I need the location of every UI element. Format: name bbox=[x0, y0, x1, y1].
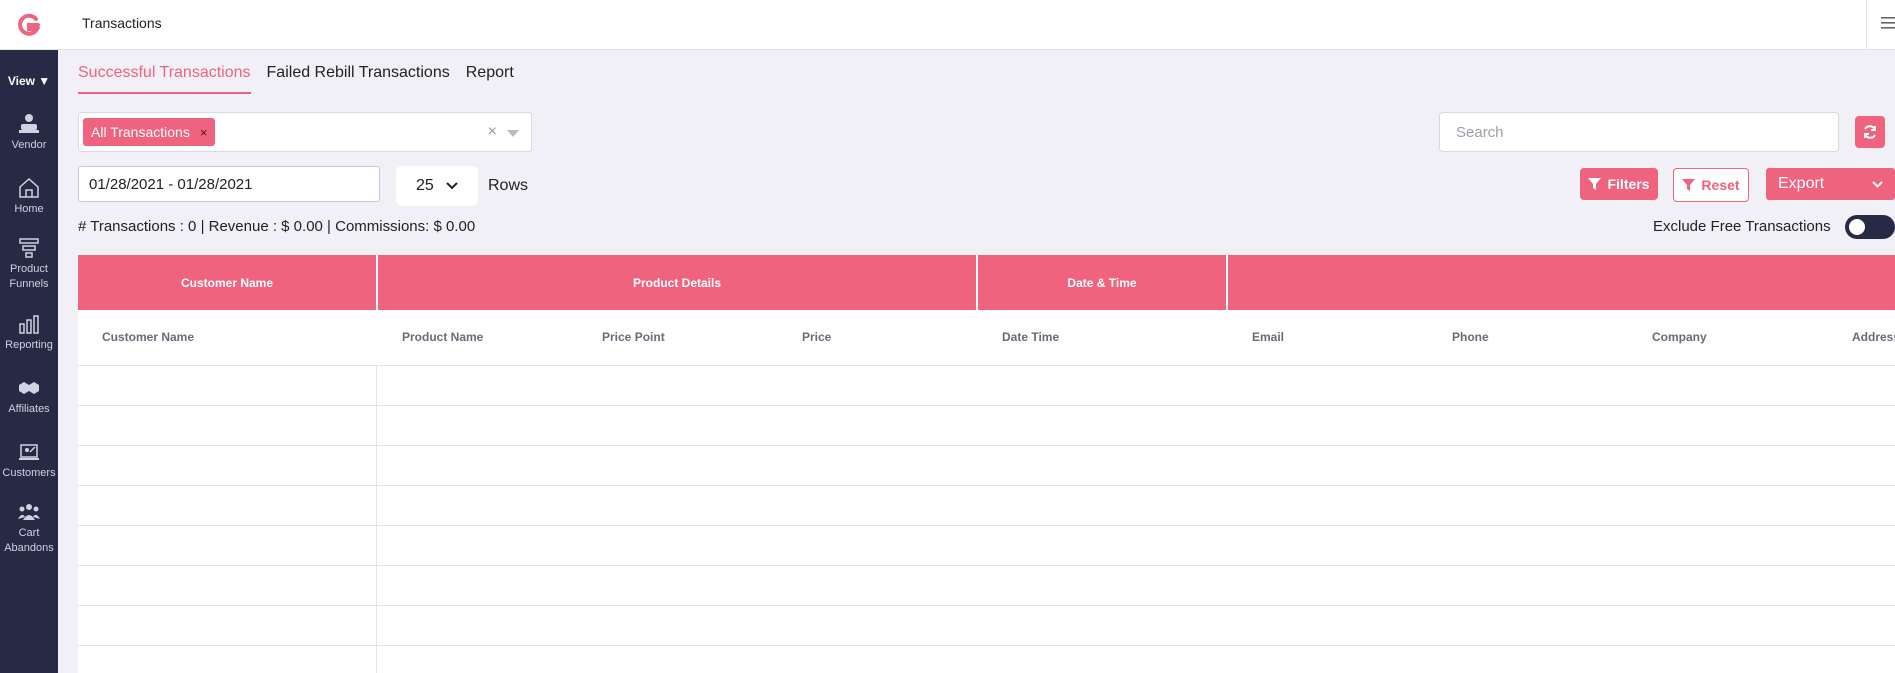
tab-report[interactable]: Report bbox=[466, 64, 514, 94]
app-logo[interactable] bbox=[0, 0, 58, 50]
sidebar-item-affiliates[interactable]: Affiliates bbox=[0, 364, 58, 428]
sidebar-item-cart-abandons[interactable]: Cart Abandons bbox=[0, 492, 58, 564]
table-row bbox=[78, 566, 1895, 606]
export-button-label: Export bbox=[1778, 175, 1825, 192]
bar-chart-icon bbox=[19, 314, 39, 334]
sidebar-item-label: Home bbox=[14, 202, 44, 215]
exclude-free-toggle[interactable] bbox=[1845, 215, 1895, 239]
sidebar-item-label: Cart Abandons bbox=[4, 527, 54, 554]
toggle-knob bbox=[1849, 219, 1865, 235]
group-header-datetime: Date & Time bbox=[978, 255, 1228, 310]
filter-chip: All Transactions × bbox=[83, 118, 216, 146]
filters-button-label: Filters bbox=[1607, 176, 1650, 192]
filter-icon bbox=[1588, 177, 1602, 190]
chevron-down-icon bbox=[1872, 180, 1883, 188]
reset-button[interactable]: Reset bbox=[1673, 168, 1749, 202]
funnel-icon bbox=[19, 238, 39, 258]
refresh-icon bbox=[1864, 125, 1876, 139]
page-title: Transactions bbox=[82, 15, 162, 31]
transactions-summary: # Transactions : 0 | Revenue : $ 0.00 | … bbox=[78, 218, 476, 235]
table-row bbox=[78, 446, 1895, 486]
sidebar-item-label: Vendor bbox=[11, 138, 47, 151]
clear-icon[interactable]: × bbox=[488, 123, 497, 141]
chevron-down-icon bbox=[446, 182, 458, 190]
topbar: Transactions bbox=[58, 0, 1895, 50]
group-header-contact bbox=[1228, 255, 1895, 310]
filter-chip-label: All Transactions bbox=[91, 124, 190, 140]
column-header-address[interactable]: Address bbox=[1852, 330, 1895, 344]
column-header-phone[interactable]: Phone bbox=[1452, 330, 1489, 344]
tab-successful-transactions[interactable]: Successful Transactions bbox=[78, 64, 251, 94]
date-range-input[interactable]: 01/28/2021 - 01/28/2021 bbox=[78, 166, 380, 202]
group-header-customer: Customer Name bbox=[78, 255, 378, 310]
column-header-customer-name[interactable]: Customer Name bbox=[102, 330, 194, 344]
transaction-type-select[interactable]: All Transactions × × bbox=[78, 112, 532, 152]
filter-reset-icon bbox=[1682, 178, 1696, 191]
home-icon bbox=[19, 177, 39, 198]
sidebar-item-label: Customers bbox=[2, 466, 56, 479]
refresh-button[interactable] bbox=[1855, 116, 1885, 148]
logo-icon bbox=[18, 13, 41, 36]
column-header-price-point[interactable]: Price Point bbox=[602, 330, 665, 344]
vendor-icon bbox=[19, 113, 39, 133]
table-row bbox=[78, 606, 1895, 646]
table-row bbox=[78, 646, 1895, 673]
table-group-header: Customer Name Product Details Date & Tim… bbox=[78, 255, 1895, 310]
group-header-product: Product Details bbox=[378, 255, 978, 310]
table-row bbox=[78, 406, 1895, 446]
sidebar-item-label: Reporting bbox=[5, 338, 53, 351]
column-header-product-name[interactable]: Product Name bbox=[402, 330, 483, 344]
users-icon bbox=[18, 504, 40, 520]
rows-label: Rows bbox=[488, 177, 529, 194]
sidebar-item-reporting[interactable]: Reporting bbox=[0, 300, 58, 364]
export-dropdown[interactable]: Export bbox=[1766, 168, 1895, 200]
handshake-icon bbox=[19, 381, 39, 394]
customers-icon bbox=[19, 443, 39, 460]
tab-bar: Successful Transactions Failed Rebill Tr… bbox=[78, 64, 514, 94]
sidebar-item-product-funnels[interactable]: Product Funnels bbox=[0, 228, 58, 300]
column-divider bbox=[376, 366, 377, 673]
column-header-date-time[interactable]: Date Time bbox=[1002, 330, 1059, 344]
view-dropdown[interactable]: View ▼ bbox=[0, 62, 58, 100]
chevron-down-icon[interactable] bbox=[507, 130, 519, 137]
sidebar-item-vendor[interactable]: Vendor bbox=[0, 100, 58, 164]
sidebar-item-label: Product Funnels bbox=[9, 263, 49, 290]
search-input[interactable] bbox=[1439, 112, 1839, 152]
chip-remove-icon[interactable]: × bbox=[200, 125, 208, 140]
sidebar-item-label: Affiliates bbox=[8, 402, 50, 415]
main-content: Successful Transactions Failed Rebill Tr… bbox=[58, 50, 1895, 673]
reset-button-label: Reset bbox=[1701, 177, 1740, 193]
rows-per-page-select[interactable]: 25 bbox=[396, 166, 478, 206]
filters-button[interactable]: Filters bbox=[1580, 168, 1658, 200]
sidebar-item-customers[interactable]: Customers bbox=[0, 428, 58, 492]
table-row bbox=[78, 366, 1895, 406]
view-label: View ▼ bbox=[7, 74, 51, 88]
tab-failed-rebill-transactions[interactable]: Failed Rebill Transactions bbox=[267, 64, 450, 94]
table-row bbox=[78, 486, 1895, 526]
sidebar-item-home[interactable]: Home bbox=[0, 164, 58, 228]
column-header-price[interactable]: Price bbox=[802, 330, 831, 344]
sidebar: View ▼ Vendor Home Product Funnels Repor… bbox=[0, 0, 58, 673]
table-row bbox=[78, 526, 1895, 566]
table-header: Customer Name Product Name Price Point P… bbox=[78, 310, 1895, 366]
column-header-email[interactable]: Email bbox=[1252, 330, 1284, 344]
rows-selected-value: 25 bbox=[416, 177, 434, 194]
transactions-table: Customer Name Product Details Date & Tim… bbox=[78, 255, 1895, 673]
exclude-free-label: Exclude Free Transactions bbox=[1653, 218, 1831, 235]
topbar-divider bbox=[1866, 0, 1867, 50]
column-header-company[interactable]: Company bbox=[1652, 330, 1707, 344]
hamburger-menu-icon[interactable] bbox=[1879, 14, 1895, 32]
